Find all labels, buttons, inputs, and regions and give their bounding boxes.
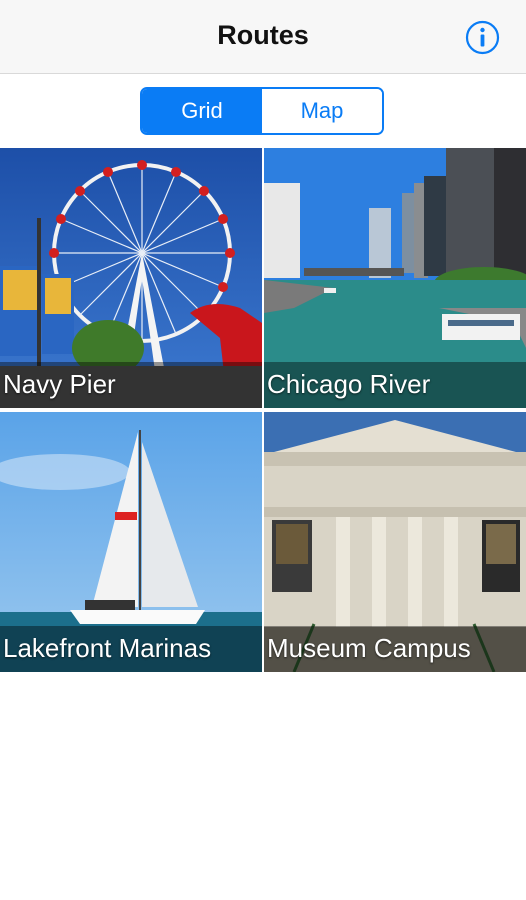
tile-caption: Museum Campus <box>264 626 526 672</box>
segment-grid[interactable]: Grid <box>142 89 262 133</box>
segment-map[interactable]: Map <box>262 89 382 133</box>
route-tile-museum-campus[interactable]: Museum Campus <box>264 412 526 672</box>
page-title: Routes <box>217 20 309 50</box>
tile-label: Navy Pier <box>3 369 116 399</box>
tile-label: Chicago River <box>267 369 431 399</box>
view-segmented-control: Grid Map <box>140 87 384 135</box>
info-circle-icon <box>465 20 500 55</box>
route-tile-chicago-river[interactable]: Chicago River <box>264 148 526 408</box>
tile-label: Museum Campus <box>267 633 471 663</box>
tile-caption: Navy Pier <box>0 362 262 408</box>
navigation-bar: Routes <box>0 0 526 74</box>
routes-grid: Navy Pier Chicago River Lakefront Marina… <box>0 148 526 672</box>
route-tile-navy-pier[interactable]: Navy Pier <box>0 148 262 408</box>
route-tile-lakefront-marinas[interactable]: Lakefront Marinas <box>0 412 262 672</box>
tile-caption: Chicago River <box>264 362 526 408</box>
tile-caption: Lakefront Marinas <box>0 626 262 672</box>
info-button[interactable] <box>465 20 500 55</box>
tile-label: Lakefront Marinas <box>3 633 212 663</box>
